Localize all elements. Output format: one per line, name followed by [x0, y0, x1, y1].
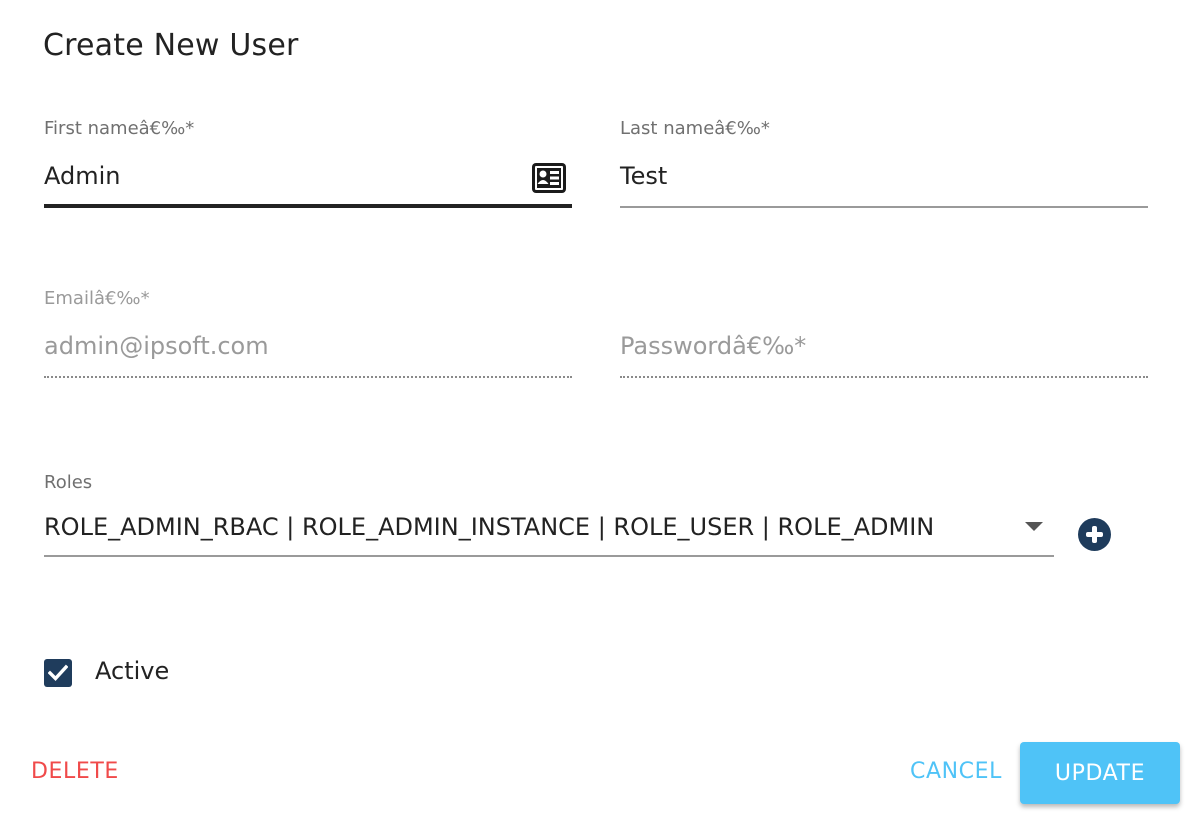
last-name-field[interactable]: Last nameâ€‰* Test — [620, 118, 1148, 210]
caret-down-icon[interactable] — [1025, 522, 1043, 531]
active-checkbox[interactable] — [44, 659, 72, 687]
email-field[interactable]: Emailâ€‰* admin@ipsoft.com — [44, 288, 572, 380]
first-name-underline — [44, 204, 572, 208]
first-name-label: First nameâ€‰* — [44, 118, 195, 139]
dialog-title: Create New User — [43, 28, 299, 63]
last-name-label: Last nameâ€‰* — [620, 118, 770, 139]
id-card-icon[interactable] — [532, 163, 566, 193]
delete-button[interactable]: DELETE — [31, 759, 119, 784]
active-label: Active — [95, 657, 170, 685]
roles-value[interactable]: ROLE_ADMIN_RBAC | ROLE_ADMIN_INSTANCE | … — [44, 513, 1006, 541]
roles-underline — [44, 555, 1054, 557]
first-name-field[interactable]: First nameâ€‰* Admin — [44, 118, 572, 210]
roles-label: Roles — [44, 472, 93, 493]
last-name-input[interactable]: Test — [620, 162, 667, 190]
password-input[interactable]: Passwordâ€‰* — [620, 332, 806, 360]
email-label: Emailâ€‰* — [44, 288, 150, 309]
plus-circle-icon[interactable] — [1078, 518, 1111, 551]
create-user-dialog: Create New User First nameâ€‰* Admin Las… — [0, 0, 1194, 814]
roles-select[interactable]: Roles ROLE_ADMIN_RBAC | ROLE_ADMIN_INSTA… — [44, 470, 1054, 560]
update-button[interactable]: UPDATE — [1020, 742, 1180, 804]
checkmark-icon — [48, 664, 68, 681]
email-input[interactable]: admin@ipsoft.com — [44, 332, 269, 360]
last-name-underline — [620, 206, 1148, 208]
email-underline — [44, 376, 572, 378]
password-field[interactable]: Passwordâ€‰* — [620, 288, 1148, 380]
cancel-button[interactable]: CANCEL — [910, 759, 1002, 784]
password-underline — [620, 376, 1148, 378]
first-name-input[interactable]: Admin — [44, 162, 121, 190]
